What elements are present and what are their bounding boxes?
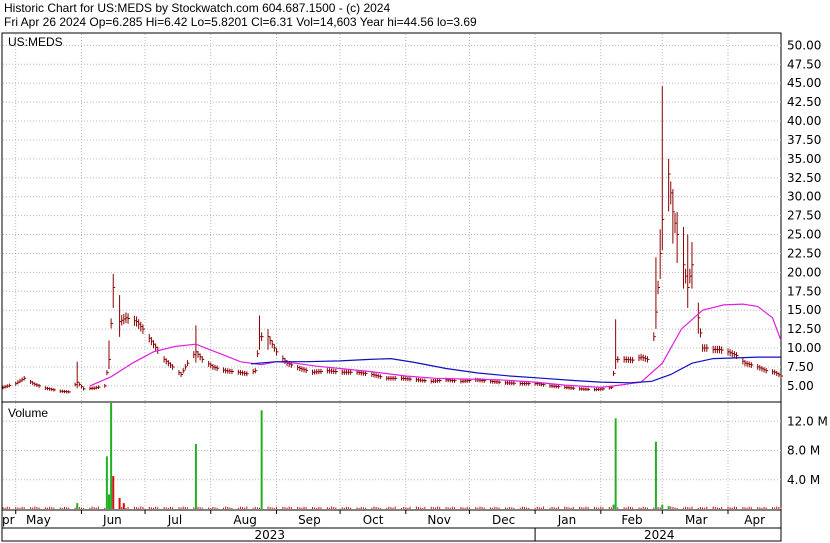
price-tick-label: 25.00 bbox=[787, 228, 821, 242]
year-label: 2023 bbox=[255, 528, 286, 542]
month-label: Feb bbox=[621, 513, 642, 527]
month-label: Sep bbox=[298, 513, 321, 527]
volume-spike-bar bbox=[194, 443, 197, 509]
volume-spike-bar bbox=[110, 403, 113, 509]
volume-spike-bar bbox=[76, 503, 79, 509]
price-tick-label: 35.00 bbox=[787, 152, 821, 166]
month-label: May bbox=[26, 513, 51, 527]
year-label: 2024 bbox=[644, 528, 675, 542]
volume-spike-bar bbox=[118, 498, 121, 509]
volume-tick-label: 12.0 M bbox=[787, 414, 828, 428]
price-tick-label: 12.50 bbox=[787, 322, 821, 336]
price-tick-label: 50.00 bbox=[787, 38, 821, 52]
volume-spike-bar bbox=[612, 504, 615, 509]
price-tick-label: 17.50 bbox=[787, 284, 821, 298]
month-label: Aug bbox=[233, 513, 256, 527]
volume-spike-bar bbox=[107, 494, 110, 509]
price-tick-label: 45.00 bbox=[787, 76, 821, 90]
month-label: Apr bbox=[744, 513, 765, 527]
price-tick-label: 20.00 bbox=[787, 265, 821, 279]
volume-spike-bar bbox=[112, 476, 115, 509]
month-label: Mar bbox=[685, 513, 708, 527]
volume-spike-bar bbox=[661, 504, 664, 509]
volume-spike-bar bbox=[654, 441, 657, 509]
price-tick-label: 5.00 bbox=[787, 379, 814, 393]
price-tick-label: 42.50 bbox=[787, 95, 821, 109]
volume-spike-bar bbox=[667, 506, 670, 509]
price-tick-label: 7.50 bbox=[787, 360, 814, 374]
month-label: pr bbox=[2, 513, 15, 527]
price-panel bbox=[1, 32, 782, 403]
month-label: Jan bbox=[557, 513, 577, 527]
price-tick-label: 30.00 bbox=[787, 190, 821, 204]
long-moving-average-line bbox=[250, 356, 781, 384]
volume-panel bbox=[1, 401, 782, 511]
price-tick-label: 10.00 bbox=[787, 341, 821, 355]
price-tick-label: 32.50 bbox=[787, 171, 821, 185]
price-tick-label: 27.50 bbox=[787, 209, 821, 223]
month-label: Jun bbox=[102, 513, 122, 527]
volume-tick-label: 8.0 M bbox=[787, 444, 820, 458]
volume-spike-bar bbox=[260, 410, 263, 509]
month-label: Jul bbox=[167, 513, 182, 527]
volume-tick-label: 4.0 M bbox=[787, 473, 820, 487]
price-tick-label: 15.00 bbox=[787, 303, 821, 317]
volume-spike-bar bbox=[614, 418, 617, 509]
price-tick-label: 40.00 bbox=[787, 114, 821, 128]
price-tick-label: 22.50 bbox=[787, 246, 821, 260]
volume-spike-bar bbox=[105, 456, 108, 509]
month-label: Nov bbox=[427, 513, 450, 527]
volume-label: Volume bbox=[8, 406, 48, 420]
volume-spike-bar bbox=[122, 503, 125, 509]
short-moving-average-line bbox=[89, 303, 782, 389]
price-tick-label: 37.50 bbox=[787, 133, 821, 147]
stock-chart: 5.00 7.50 10.00 12.50 15.00 17.50 20.00 22.50 25… bbox=[1, 32, 828, 542]
price-tick-label: 47.50 bbox=[787, 57, 821, 71]
month-label: Dec bbox=[492, 513, 515, 527]
month-label: Oct bbox=[363, 513, 384, 527]
symbol-label: US:MEDS bbox=[8, 35, 63, 49]
